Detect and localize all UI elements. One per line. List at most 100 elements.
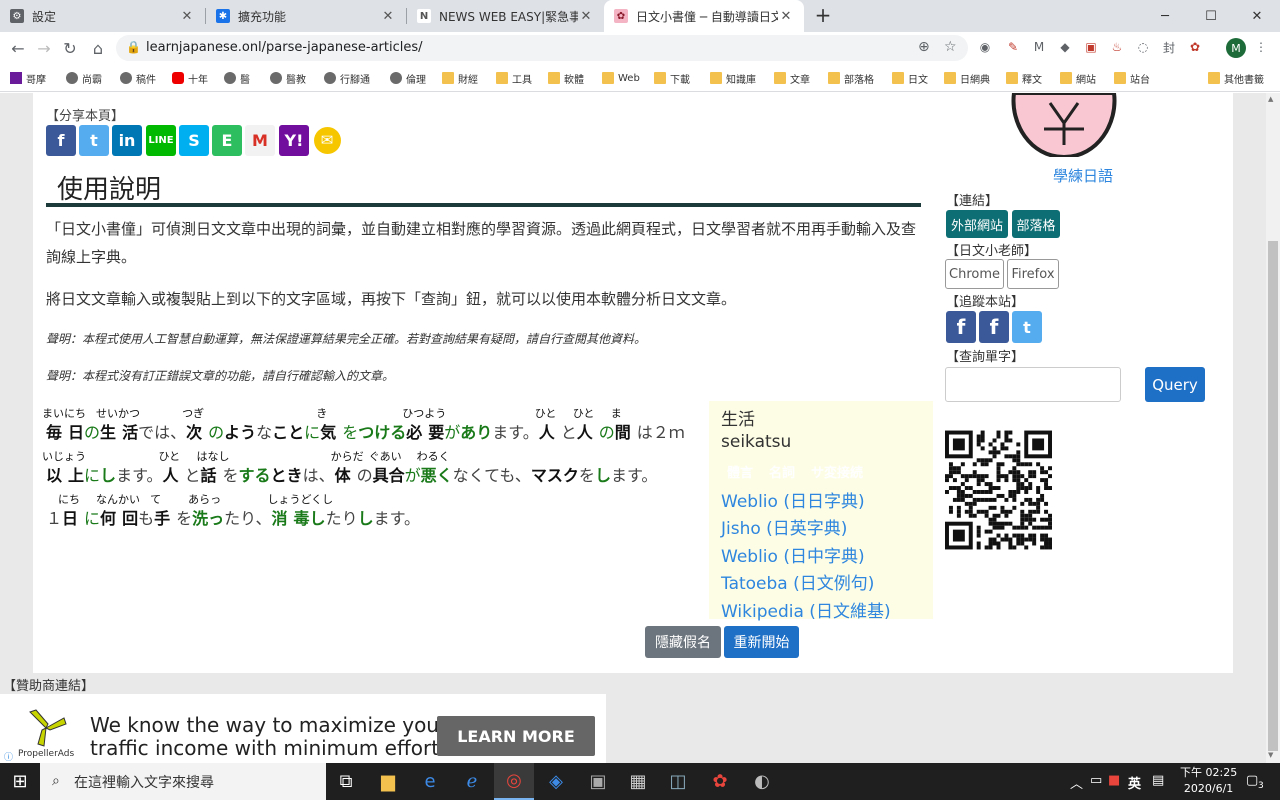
restart-button[interactable]: 重新開始: [724, 626, 799, 658]
bookmark-folder[interactable]: 知識庫: [710, 70, 756, 86]
skype-icon[interactable]: S: [179, 125, 209, 156]
back-arrow-icon[interactable]: ←: [6, 36, 30, 60]
word-token[interactable]: 話: [201, 462, 217, 486]
bookmark-item[interactable]: 醫教: [270, 70, 306, 86]
bookmark-folder[interactable]: 網站: [1060, 70, 1096, 86]
bookmark-item[interactable]: 倫理: [390, 70, 426, 86]
bookmark-folder[interactable]: 釋文: [1006, 70, 1042, 86]
close-icon[interactable]: ✕: [380, 9, 396, 24]
word-token[interactable]: に: [304, 419, 320, 443]
word-token[interactable]: あり: [460, 419, 492, 443]
word-token[interactable]: が: [444, 419, 460, 443]
new-tab-button[interactable]: +: [812, 4, 834, 26]
facebook-icon[interactable]: f: [946, 311, 976, 343]
page-scrollbar[interactable]: ▲ ▼: [1266, 93, 1280, 763]
blog-button[interactable]: 部落格: [1012, 210, 1060, 238]
word-token[interactable]: 上: [68, 462, 84, 486]
word-token[interactable]: 要: [428, 419, 444, 443]
bookmark-folder[interactable]: 文章: [774, 70, 810, 86]
word-token[interactable]: 以: [46, 462, 62, 486]
word-token[interactable]: する: [239, 462, 271, 486]
word-token[interactable]: 間: [615, 419, 631, 443]
forward-arrow-icon[interactable]: →: [32, 36, 56, 60]
network-icon[interactable]: ▭: [1090, 773, 1102, 788]
word-token[interactable]: 活: [122, 419, 138, 443]
hide-kana-button[interactable]: 隱藏假名: [645, 626, 721, 658]
learn-japanese-link[interactable]: 學練日語: [1053, 165, 1113, 186]
seal-icon[interactable]: 封: [1160, 38, 1178, 56]
file-explorer-icon[interactable]: ▆: [368, 763, 408, 800]
eyedropper-icon[interactable]: ✎: [1004, 38, 1022, 56]
tab-japanese-reader[interactable]: ✿ 日文小書僮 ─ 自動導讀日文短文 ✕: [604, 0, 804, 32]
antivirus-icon[interactable]: ■: [1108, 773, 1120, 788]
notification-icon[interactable]: ▢: [1246, 773, 1258, 788]
wikipedia-link[interactable]: Wikipedia (日文維基): [721, 597, 891, 622]
word-token[interactable]: 人: [162, 462, 178, 486]
bookmark-item[interactable]: 尚霸: [66, 70, 102, 86]
avatar[interactable]: M: [1226, 38, 1246, 58]
word-token[interactable]: 生: [100, 419, 116, 443]
word-token[interactable]: 人: [539, 419, 555, 443]
word-token[interactable]: し: [100, 462, 116, 486]
line-icon[interactable]: LINE: [146, 125, 176, 156]
word-token[interactable]: つける: [358, 419, 406, 443]
word-token[interactable]: 人: [577, 419, 593, 443]
evernote-icon[interactable]: E: [212, 125, 242, 156]
learn-more-button[interactable]: LEARN MORE: [437, 716, 595, 756]
task-view-icon[interactable]: ⧉: [326, 763, 366, 800]
twitter-icon[interactable]: t: [1012, 311, 1042, 343]
scrollbar-thumb[interactable]: [1268, 241, 1278, 751]
weblio-jj-link[interactable]: Weblio (日日字典): [721, 487, 865, 512]
twitter-icon[interactable]: t: [79, 125, 109, 156]
scroll-up-arrow-icon[interactable]: ▲: [1268, 95, 1273, 103]
firefox-button[interactable]: Firefox: [1007, 259, 1059, 289]
tray-chevron-icon[interactable]: ︿: [1070, 773, 1083, 792]
word-token[interactable]: マスク: [531, 462, 579, 486]
lab-icon[interactable]: ♨: [1108, 38, 1126, 56]
keyboard-icon[interactable]: ▤: [1152, 773, 1164, 788]
jisho-link[interactable]: Jisho (日英字典): [721, 514, 847, 539]
facebook-icon[interactable]: f: [46, 125, 76, 156]
email-icon[interactable]: ✉: [312, 125, 342, 156]
word-token[interactable]: 日: [62, 505, 78, 529]
tatoeba-link[interactable]: Tatoeba (日文例句): [721, 569, 874, 594]
home-icon[interactable]: ⌂: [86, 36, 110, 60]
word-token[interactable]: こと: [272, 419, 304, 443]
word-token[interactable]: 洗っ: [192, 505, 224, 529]
ime-mode-indicator[interactable]: 英: [1128, 773, 1141, 792]
tab-news[interactable]: N NEWS WEB EASY|緊急事態宣言 ✕: [407, 0, 604, 32]
word-token[interactable]: 日: [68, 419, 84, 443]
edge-icon[interactable]: e: [410, 763, 450, 800]
taskbar-search[interactable]: ⌕ 在這裡輸入文字來搜尋: [40, 763, 326, 800]
chat-icon[interactable]: ◌: [1134, 38, 1152, 56]
word-token[interactable]: の: [208, 419, 224, 443]
bookmark-item[interactable]: 哥摩: [10, 70, 46, 86]
bookmark-item[interactable]: 十年: [172, 70, 208, 86]
windows-start-icon[interactable]: ⊞: [0, 763, 40, 800]
other-bookmarks[interactable]: 其他書籤: [1208, 70, 1264, 86]
word-token[interactable]: 回: [122, 505, 138, 529]
chrome-button[interactable]: Chrome: [945, 259, 1004, 289]
word-token[interactable]: を: [342, 419, 358, 443]
network-app-icon[interactable]: ◫: [658, 763, 698, 800]
terminal-icon[interactable]: ▣: [578, 763, 618, 800]
close-icon[interactable]: ✕: [179, 9, 195, 24]
word-token[interactable]: 毒: [294, 505, 310, 529]
word-token[interactable]: 気: [320, 419, 336, 443]
minimize-button[interactable]: ─: [1142, 0, 1188, 32]
word-token[interactable]: 具合: [373, 462, 405, 486]
calculator-icon[interactable]: ▦: [618, 763, 658, 800]
weblio-jc-link[interactable]: Weblio (日中字典): [721, 542, 865, 567]
bookmark-folder[interactable]: 日文: [892, 70, 928, 86]
word-token[interactable]: 消: [272, 505, 288, 529]
paint-icon[interactable]: ✿: [700, 763, 740, 800]
bookmark-item[interactable]: 行腳通: [324, 70, 370, 86]
sakura-extension-icon[interactable]: ✿: [1186, 38, 1204, 56]
close-icon[interactable]: ✕: [778, 9, 794, 24]
gimp-icon[interactable]: ◐: [742, 763, 782, 800]
info-icon[interactable]: ⓘ: [4, 750, 13, 763]
word-token[interactable]: 次: [186, 419, 202, 443]
system-clock[interactable]: 下午 02:25 2020/6/1: [1180, 765, 1237, 797]
word-token[interactable]: 必: [406, 419, 422, 443]
dropbox-icon[interactable]: ◆: [1056, 38, 1074, 56]
